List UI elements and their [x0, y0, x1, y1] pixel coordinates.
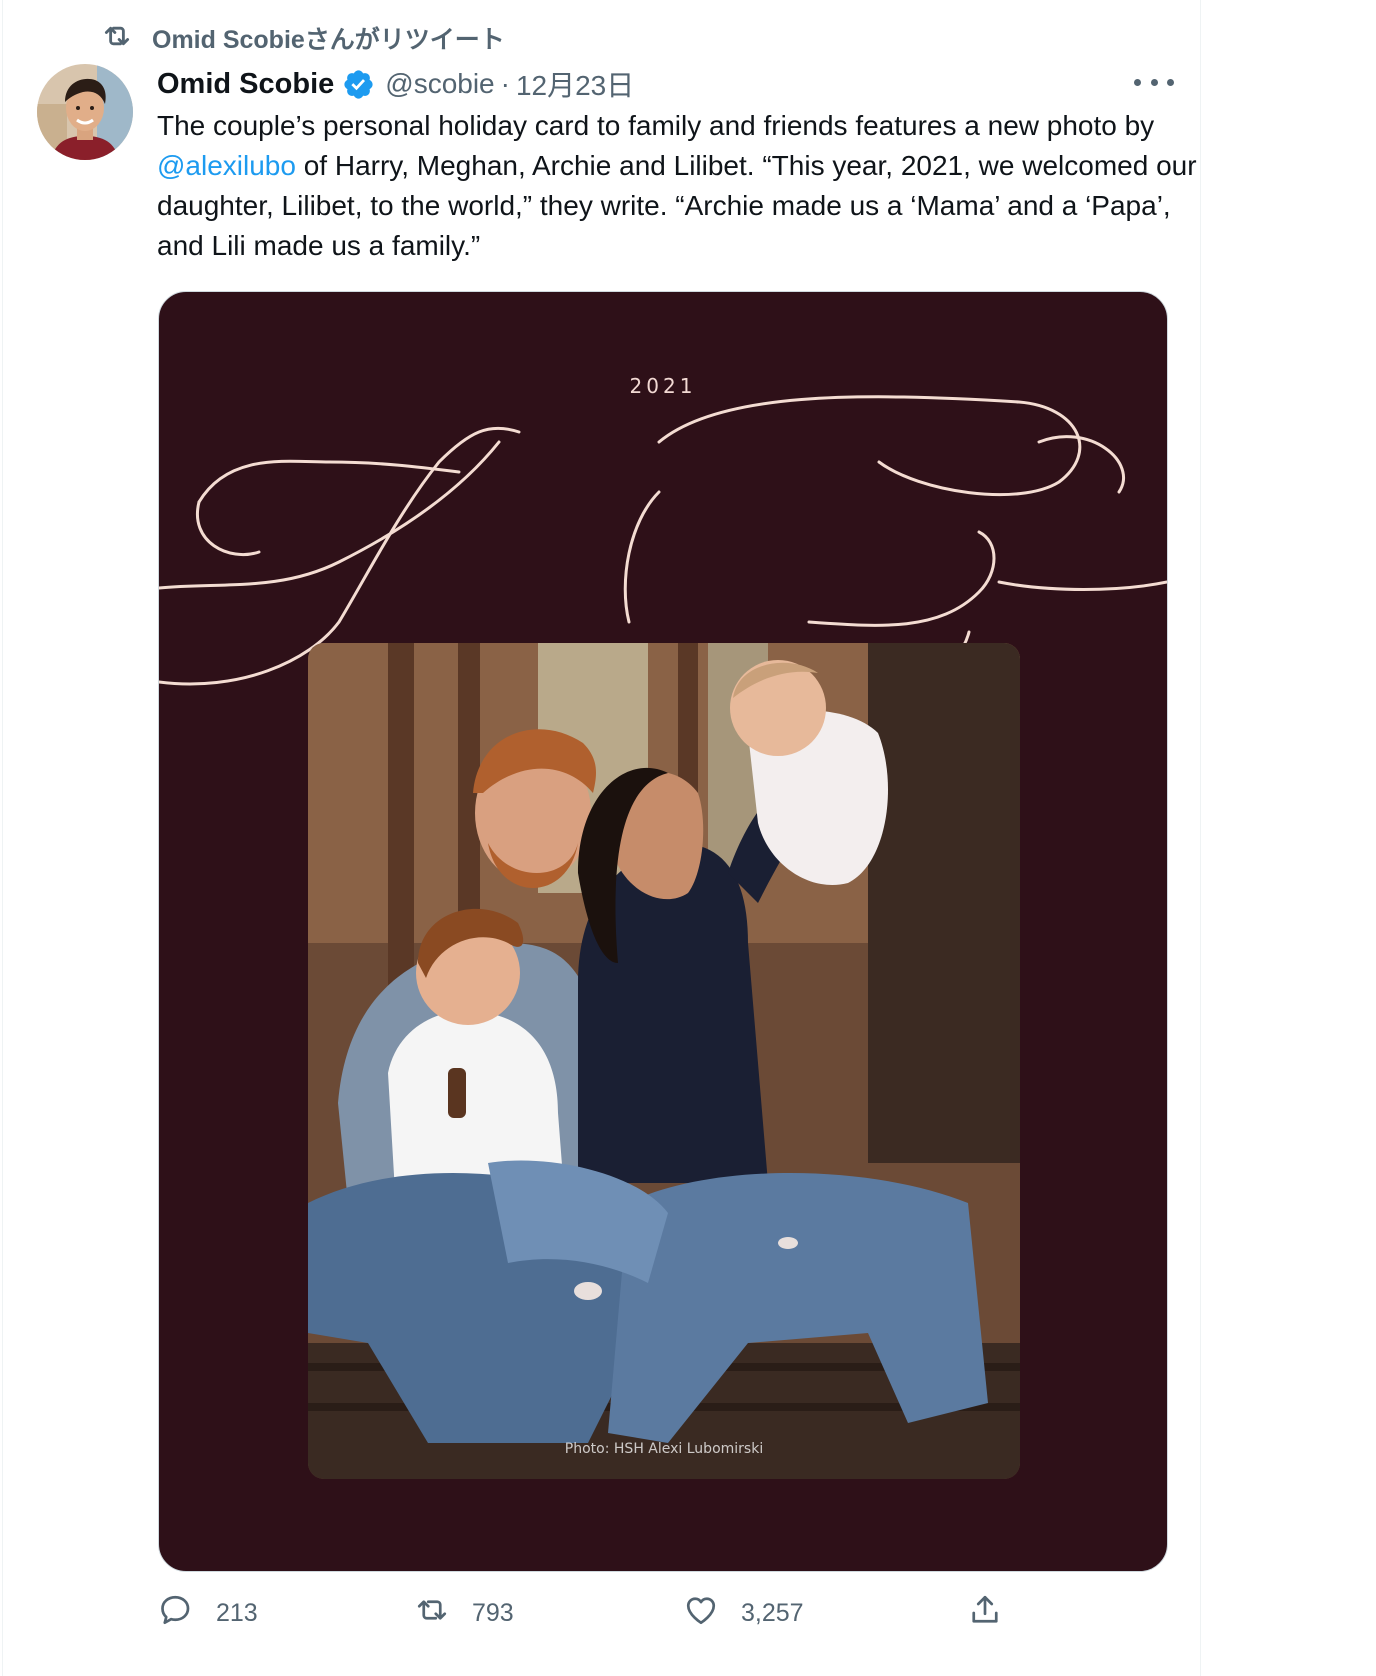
timeline-border-left [2, 0, 3, 1676]
separator-dot: · [500, 68, 510, 99]
reply-button[interactable]: 213 [158, 1592, 258, 1635]
like-button[interactable]: 3,257 [683, 1592, 804, 1635]
timeline-border-right [1200, 0, 1201, 1676]
photo-credit: Photo: HSH Alexi Lubomirski [564, 1441, 764, 1457]
tweet-media[interactable]: 2021 Photo: HSH Alexi Lubomirski [158, 291, 1168, 1572]
mention-link[interactable]: @alexilubo [157, 150, 296, 181]
like-count: 3,257 [741, 1599, 804, 1627]
author-handle[interactable]: @scobie [385, 68, 494, 100]
retweet-count: 793 [472, 1599, 514, 1627]
retweet-button[interactable]: 793 [414, 1592, 514, 1635]
tweet-text-part2: of Harry, Meghan, Archie and Lilibet. “T… [157, 150, 1197, 261]
retweet-icon [414, 1592, 450, 1635]
tweet-actions: 213 793 3,257 [0, 1592, 1200, 1642]
family-photo[interactable]: Photo: HSH Alexi Lubomirski [308, 643, 1020, 1479]
retweet-icon [100, 19, 134, 58]
more-options-icon[interactable] [1134, 70, 1174, 94]
share-button[interactable] [967, 1592, 1003, 1635]
retweet-context[interactable]: Omid Scobieさんがリツイート [100, 20, 505, 56]
family-photo-image [308, 643, 1020, 1479]
heart-icon [683, 1592, 719, 1635]
author-name[interactable]: Omid Scobie [157, 68, 334, 101]
tweet-header: Omid Scobie @scobie · 12月23日 [157, 62, 634, 106]
reply-icon [158, 1592, 194, 1635]
tweet-text: The couple’s personal holiday card to fa… [157, 106, 1197, 266]
tweet-date[interactable]: 12月23日 [516, 64, 634, 104]
share-icon [967, 1592, 1003, 1635]
tweet-text-part1: The couple’s personal holiday card to fa… [157, 110, 1155, 141]
verified-badge-icon [342, 68, 375, 101]
retweet-label[interactable]: Omid Scobieさんがリツイート [152, 20, 505, 56]
reply-count: 213 [216, 1599, 258, 1627]
avatar[interactable] [37, 64, 133, 160]
